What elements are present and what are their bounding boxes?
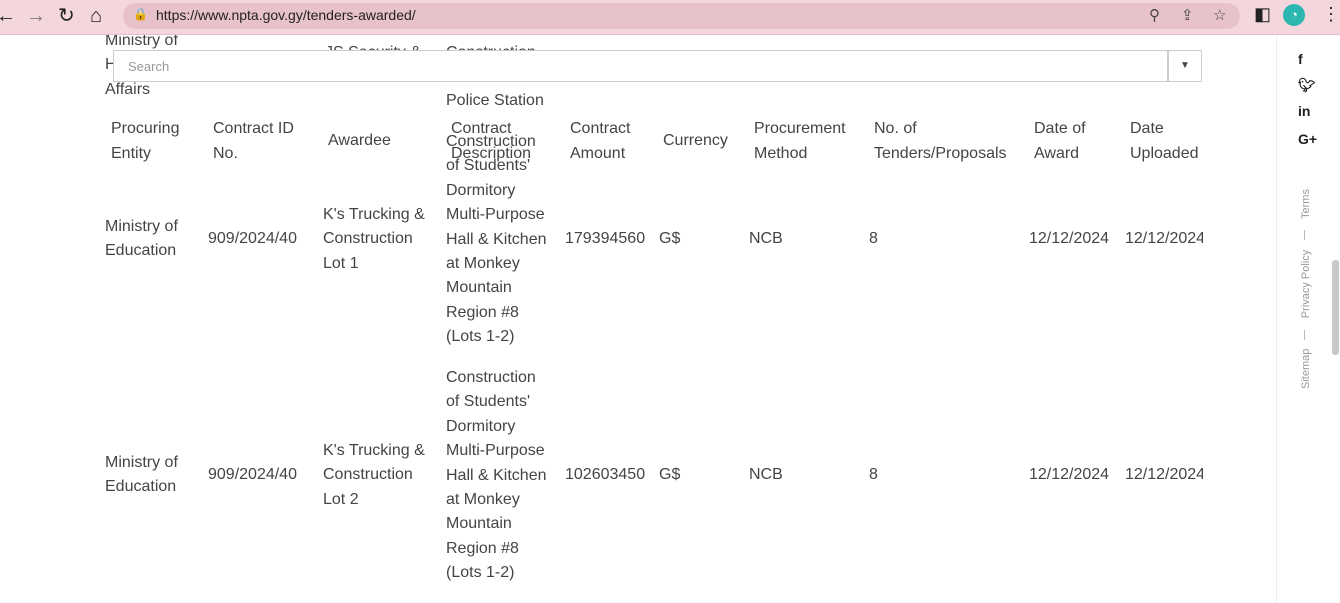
cell-contract-id: 909/2024/40 xyxy=(208,466,297,483)
scrollbar-thumb[interactable] xyxy=(1332,260,1339,355)
google-plus-icon[interactable]: G+ xyxy=(1298,131,1317,147)
cell-date-uploaded: 12/12/2024 xyxy=(1125,230,1203,247)
cell-description: Construction of Students' Dormitory Mult… xyxy=(446,133,547,346)
lock-icon: 🔒 xyxy=(133,7,148,21)
header-tenders[interactable]: No. of Tenders/Proposals xyxy=(874,116,1007,166)
search-dropdown-button[interactable]: ▼ xyxy=(1168,50,1202,82)
header-procuring-entity[interactable]: Procuring Entity xyxy=(111,116,179,166)
address-bar[interactable]: 🔒 https://www.npta.gov.gy/tenders-awarde… xyxy=(123,3,1240,29)
header-procurement-method[interactable]: Procurement Method xyxy=(754,116,846,166)
cell-date-award: 12/12/2024 xyxy=(1029,466,1110,483)
share-icon[interactable]: ⇪ xyxy=(1181,6,1194,24)
header-date-uploaded[interactable]: Date Uploaded xyxy=(1130,116,1199,166)
facebook-icon[interactable]: f xyxy=(1298,51,1303,67)
header-contract-amount[interactable]: Contract Amount xyxy=(570,116,630,166)
browser-toolbar: ← → ↻ ⌂ 🔒 https://www.npta.gov.gy/tender… xyxy=(0,0,1340,35)
forward-icon[interactable]: → xyxy=(26,5,46,27)
cell-awardee: K's Trucking & Construction Lot 1 xyxy=(323,206,425,272)
sidepanel-icon[interactable]: ◧ xyxy=(1254,4,1271,25)
cell-date-uploaded: 12/12/2024 xyxy=(1125,466,1203,483)
privacy-policy-link[interactable]: Privacy Policy xyxy=(1300,244,1312,324)
overflow-description: Police Station xyxy=(446,92,544,109)
cell-tenders: 8 xyxy=(869,466,878,483)
page-content: Ministry of Home Affairs JS Security & C… xyxy=(0,35,1276,603)
twitter-icon[interactable]: 🐦︎ xyxy=(1298,77,1316,94)
zoom-icon[interactable]: ⚲ xyxy=(1149,6,1160,24)
back-icon[interactable]: ← xyxy=(0,5,16,27)
cell-amount: 102603450 xyxy=(565,466,646,483)
divider xyxy=(1304,230,1305,240)
home-icon[interactable]: ⌂ xyxy=(90,5,102,27)
caret-down-icon: ▼ xyxy=(1180,60,1190,71)
divider xyxy=(1304,330,1305,340)
cell-entity: Ministry of Education xyxy=(105,218,178,260)
cell-tenders: 8 xyxy=(869,230,878,247)
header-date-award[interactable]: Date of Award xyxy=(1034,116,1086,166)
search-input[interactable] xyxy=(126,58,1130,75)
cell-description: Construction of Students' Dormitory Mult… xyxy=(446,369,547,582)
cell-method: NCB xyxy=(749,466,783,483)
cell-awardee: K's Trucking & Construction Lot 2 xyxy=(323,442,425,508)
menu-kebab-icon[interactable]: ⋮ xyxy=(1322,4,1340,25)
cell-currency: G$ xyxy=(659,230,681,247)
cell-currency: G$ xyxy=(659,466,681,483)
search-box[interactable] xyxy=(113,50,1168,82)
address-url[interactable]: https://www.npta.gov.gy/tenders-awarded/ xyxy=(156,7,416,23)
linkedin-icon[interactable]: in xyxy=(1298,103,1310,119)
header-currency[interactable]: Currency xyxy=(663,128,728,153)
cell-method: NCB xyxy=(749,230,783,247)
cell-contract-id: 909/2024/40 xyxy=(208,230,297,247)
sitemap-link[interactable]: Sitemap xyxy=(1300,349,1312,389)
header-awardee[interactable]: Awardee xyxy=(328,128,391,153)
cell-amount: 179394560 xyxy=(565,230,646,247)
reload-icon[interactable]: ↻ xyxy=(58,5,75,27)
cell-entity: Ministry of Education xyxy=(105,454,178,496)
terms-link[interactable]: Terms xyxy=(1300,184,1312,224)
cell-date-award: 12/12/2024 xyxy=(1029,230,1110,247)
bookmark-star-icon[interactable]: ☆ xyxy=(1213,6,1226,24)
profile-avatar-icon[interactable]: ◔ xyxy=(1283,4,1305,26)
header-contract-id[interactable]: Contract ID No. xyxy=(213,116,294,166)
